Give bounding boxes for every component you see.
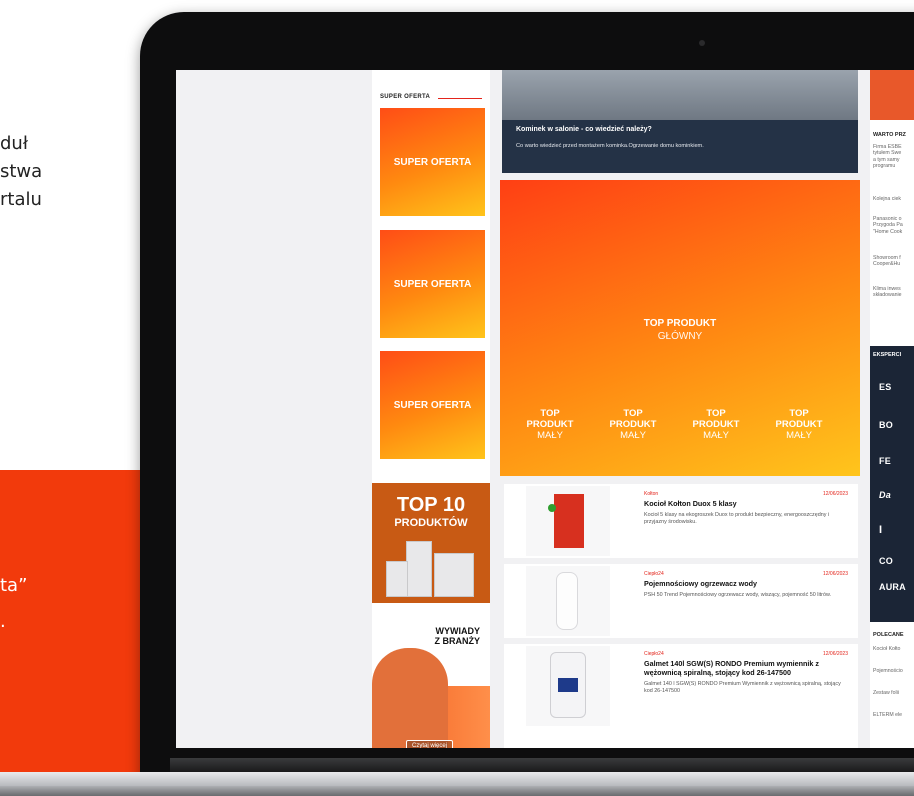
person-photo <box>372 648 448 748</box>
partner-logo[interactable]: AURA <box>879 582 906 592</box>
side-text-line: . <box>0 611 6 632</box>
heat-pump-image <box>434 553 474 597</box>
wywiady-banner[interactable]: WYWIADY Z BRANŻY Czytaj więcej <box>372 608 490 748</box>
product-date: 12/06/2023 <box>822 491 848 497</box>
super-oferta-banner[interactable]: SUPER OFERTA <box>380 230 485 338</box>
product-date: 12/06/2023 <box>822 651 848 657</box>
polecane-link[interactable]: ELTERM ele <box>873 712 913 718</box>
camera-icon <box>699 40 705 46</box>
experts-panel <box>870 346 914 622</box>
partner-logo[interactable]: FE <box>879 456 891 466</box>
product-card[interactable]: Ciepło24 12/06/2023 Pojemnościowy ogrzew… <box>504 564 858 638</box>
small-line: PRODUKT <box>775 419 823 430</box>
top-produkt-maly[interactable]: TOP PRODUKT MAŁY <box>686 408 746 441</box>
news-description: Co warto wiedzieć przed montażem kominka… <box>516 143 704 149</box>
top10-title: TOP 10 <box>396 494 466 516</box>
warto-link[interactable]: Kolejna ciek <box>873 196 913 202</box>
news-image <box>502 70 858 120</box>
partner-logo[interactable]: I <box>879 524 882 536</box>
product-title[interactable]: Galmet 140l SGW(S) RONDO Premium wymienn… <box>644 659 854 677</box>
heading-underline <box>438 98 482 99</box>
warto-link[interactable]: Panasonic o Przygoda Pa "Home Cook <box>873 216 913 235</box>
partner-logo[interactable]: CO <box>879 556 893 566</box>
news-title[interactable]: Kominek w salonie - co wiedzieć należy? <box>516 126 652 133</box>
top-produkt-maly[interactable]: TOP PRODUKT MAŁY <box>520 408 580 441</box>
water-heater-shape <box>556 572 578 630</box>
heat-pump-image <box>406 541 432 597</box>
warto-link[interactable]: Showroom f Cooper&Hu <box>873 255 913 268</box>
small-line: TOP <box>789 408 809 419</box>
warto-heading: WARTO PRZ <box>873 132 906 138</box>
product-card[interactable]: Kołton 12/06/2023 Kocioł Kołton Duox 5 k… <box>504 484 858 558</box>
top-produkt-title: TOP PRODUKT <box>643 318 717 329</box>
heat-pump-image <box>386 561 408 597</box>
partner-logo[interactable]: ES <box>879 382 891 392</box>
laptop-shadow <box>0 786 914 796</box>
top-produkt-maly[interactable]: TOP PRODUKT MAŁY <box>603 408 663 441</box>
top-produkt-maly[interactable]: TOP PRODUKT MAŁY <box>769 408 829 441</box>
side-text-line: duł <box>0 133 28 154</box>
polecane-link[interactable]: Zestaw folii <box>873 690 913 696</box>
product-image <box>526 566 610 636</box>
product-description: Galmet 140 l SGW(S) RONDO Premium Wymien… <box>644 681 841 694</box>
read-more-button[interactable]: Czytaj więcej <box>406 740 454 748</box>
product-card[interactable]: Ciepło24 12/06/2023 Galmet 140l SGW(S) R… <box>504 644 858 748</box>
product-description: Kocioł 5 klasy na ekogroszek Duox to pro… <box>644 512 830 525</box>
small-line: MAŁY <box>786 430 812 441</box>
top10-banner[interactable]: TOP 10 PRODUKTÓW <box>372 483 490 603</box>
partner-logo[interactable]: BO <box>879 420 893 430</box>
right-top-image <box>870 70 914 120</box>
polecane-heading: POLECANE <box>873 632 904 638</box>
side-text-line: ta” <box>0 575 28 596</box>
side-text-top: duł stwa rtalu <box>0 130 42 214</box>
wywiady-title-line: Z BRANŻY <box>434 636 481 646</box>
super-oferta-banner[interactable]: SUPER OFERTA <box>380 108 485 216</box>
polecane-link[interactable]: Kocioł Kołto <box>873 646 913 652</box>
small-line: PRODUKT <box>526 419 574 430</box>
warto-link[interactable]: Klima inwes składowanie <box>873 286 913 299</box>
product-source[interactable]: Kołton <box>644 491 658 497</box>
partner-logo[interactable]: Da <box>879 490 891 500</box>
promo-slide: duł stwa rtalu ta” . SUPER OFERTA SUPER … <box>0 0 914 796</box>
laptop-bezel-bottom <box>170 758 914 772</box>
wywiady-title-line: WYWIADY <box>435 626 481 636</box>
super-oferta-banner[interactable]: SUPER OFERTA <box>380 351 485 459</box>
product-image <box>526 646 610 726</box>
boiler-shape <box>548 504 556 512</box>
eksperci-heading: EKSPERCI <box>873 352 902 358</box>
product-source[interactable]: Ciepło24 <box>644 651 664 657</box>
small-line: TOP <box>623 408 643 419</box>
small-line: MAŁY <box>620 430 646 441</box>
product-title[interactable]: Kocioł Kołton Duox 5 klasy <box>644 499 854 508</box>
product-source[interactable]: Ciepło24 <box>644 571 664 577</box>
small-line: MAŁY <box>537 430 563 441</box>
wywiady-title: WYWIADY Z BRANŻY <box>435 626 481 646</box>
laptop-screen: SUPER OFERTA SUPER OFERTA SUPER OFERTA S… <box>176 70 914 748</box>
product-date: 12/06/2023 <box>822 571 848 577</box>
warto-link[interactable]: Firma ESBE tytułem Swe a tym samy progra… <box>873 144 913 170</box>
storage-tank-shape <box>558 678 578 692</box>
product-image <box>526 486 610 556</box>
polecane-link[interactable]: Pojemnościo <box>873 668 913 674</box>
side-text-line: rtalu <box>0 189 42 210</box>
small-line: TOP <box>540 408 560 419</box>
small-line: MAŁY <box>703 430 729 441</box>
boiler-shape <box>554 494 584 548</box>
small-line: PRODUKT <box>692 419 740 430</box>
side-text-bottom: ta” . <box>0 572 27 636</box>
top-produkt-banner[interactable]: TOP PRODUKT GŁÓWNY TOP PRODUKT MAŁY TOP PRO… <box>500 180 860 476</box>
side-text-line: stwa <box>0 161 43 182</box>
top-produkt-subtitle: GŁÓWNY <box>657 331 703 342</box>
product-description: PSH 50 Trend Pojemnościowy ogrzewacz wod… <box>644 592 832 598</box>
small-line: TOP <box>706 408 726 419</box>
top10-subtitle: PRODUKTÓW <box>394 517 468 529</box>
product-title[interactable]: Pojemnościowy ogrzewacz wody <box>644 579 854 588</box>
news-card[interactable]: Kominek w salonie - co wiedzieć należy? … <box>502 70 858 173</box>
small-line: PRODUKT <box>609 419 657 430</box>
super-oferta-heading: SUPER OFERTA <box>380 94 431 100</box>
